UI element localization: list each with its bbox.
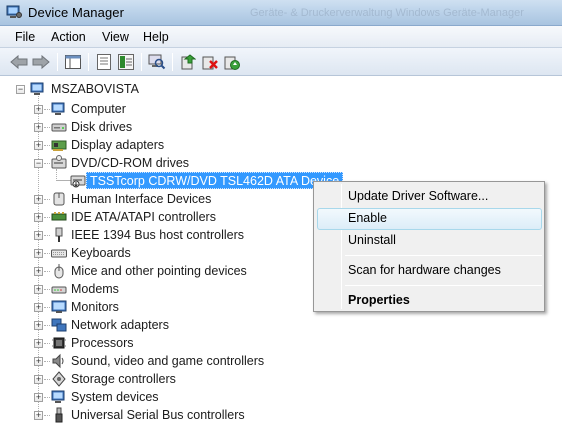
category-expand-toggle[interactable]: +	[34, 195, 43, 204]
background-window-title: Geräte- & Druckerverwaltung Windows Gerä…	[250, 7, 524, 19]
window-title: Device Manager	[28, 5, 125, 20]
root-node-label[interactable]: MSZABOVISTA	[51, 82, 139, 96]
storage-controller-icon	[52, 371, 66, 387]
category-expand-toggle[interactable]: +	[34, 303, 43, 312]
monitor-icon	[51, 300, 67, 313]
category-label[interactable]: DVD/CD-ROM drives	[71, 156, 189, 170]
menu-action[interactable]: Action	[51, 30, 86, 44]
menu-view[interactable]: View	[102, 30, 129, 44]
title-bar[interactable]: Device Manager Geräte- & Druckerverwaltu…	[0, 0, 562, 26]
scan-hardware-icon[interactable]	[147, 53, 167, 71]
category-label[interactable]: Display adapters	[71, 138, 164, 152]
category-label[interactable]: Human Interface Devices	[71, 192, 211, 206]
usb-icon	[55, 407, 63, 423]
category-label[interactable]: Processors	[71, 336, 134, 350]
category-expand-toggle[interactable]: +	[34, 339, 43, 348]
properties-item[interactable]: Properties	[348, 293, 410, 307]
scan-for-hardware-changes-item[interactable]: Scan for hardware changes	[348, 263, 501, 277]
forward-icon[interactable]	[31, 53, 51, 71]
menu-file[interactable]: File	[15, 30, 35, 44]
category-label[interactable]: System devices	[71, 390, 159, 404]
category-expand-toggle[interactable]: +	[34, 141, 43, 150]
enable-item[interactable]: Enable	[348, 211, 387, 225]
computer-icon	[51, 102, 65, 115]
category-label[interactable]: Network adapters	[71, 318, 169, 332]
category-label[interactable]: Computer	[71, 102, 126, 116]
system-device-icon	[51, 390, 65, 403]
category-expand-toggle[interactable]: +	[34, 213, 43, 222]
category-label[interactable]: Universal Serial Bus controllers	[71, 408, 245, 422]
back-icon[interactable]	[9, 53, 29, 71]
optical-drive-icon	[70, 175, 86, 188]
category-expand-toggle[interactable]: +	[34, 105, 43, 114]
enable-device-icon[interactable]	[222, 53, 242, 71]
category-expand-toggle[interactable]: +	[34, 321, 43, 330]
keyboard-icon	[51, 249, 67, 258]
processor-icon	[52, 337, 66, 349]
toolbar	[0, 48, 562, 76]
category-expand-toggle[interactable]: −	[34, 159, 43, 168]
category-label[interactable]: Storage controllers	[71, 372, 176, 386]
category-label[interactable]: Monitors	[71, 300, 119, 314]
context-menu-gutter	[341, 184, 342, 309]
sound-icon	[52, 353, 64, 369]
category-expand-toggle[interactable]: +	[34, 285, 43, 294]
category-expand-toggle[interactable]: +	[34, 123, 43, 132]
category-expand-toggle[interactable]: +	[34, 357, 43, 366]
display-adapter-icon	[51, 140, 67, 151]
network-adapter-icon	[51, 318, 67, 332]
category-label[interactable]: IDE ATA/ATAPI controllers	[71, 210, 216, 224]
category-label[interactable]: Keyboards	[71, 246, 131, 260]
uninstall-item[interactable]: Uninstall	[348, 233, 396, 247]
disk-drive-icon	[51, 123, 67, 132]
root-collapse-toggle[interactable]: −	[16, 85, 25, 94]
menu-bar: File Action View Help	[0, 26, 562, 48]
category-label[interactable]: IEEE 1394 Bus host controllers	[71, 228, 244, 242]
update-driver-software-item[interactable]: Update Driver Software...	[348, 189, 488, 203]
help-icon[interactable]	[116, 53, 136, 71]
show-hide-console-tree-icon[interactable]	[63, 53, 83, 71]
context-menu-separator	[345, 285, 542, 286]
category-label[interactable]: Modems	[71, 282, 119, 296]
category-expand-toggle[interactable]: +	[34, 249, 43, 258]
ieee1394-icon	[55, 227, 63, 242]
category-expand-toggle[interactable]: +	[34, 375, 43, 384]
mouse-icon	[54, 263, 64, 279]
device-manager-icon	[6, 5, 22, 18]
category-expand-toggle[interactable]: +	[34, 393, 43, 402]
computer-root-icon	[30, 82, 44, 95]
selected-device-label[interactable]: TSSTcorp CDRW/DVD TSL462D ATA Device	[86, 172, 344, 189]
update-driver-icon[interactable]	[178, 53, 198, 71]
category-expand-toggle[interactable]: +	[34, 231, 43, 240]
category-expand-toggle[interactable]: +	[34, 267, 43, 276]
context-menu-separator	[345, 255, 542, 256]
disable-device-icon[interactable]	[200, 53, 220, 71]
menu-help[interactable]: Help	[143, 30, 169, 44]
context-menu: Update Driver Software... Enable Uninsta…	[313, 181, 545, 312]
category-expand-toggle[interactable]: +	[34, 411, 43, 420]
properties-icon[interactable]	[94, 53, 114, 71]
category-label[interactable]: Disk drives	[71, 120, 132, 134]
hid-icon	[53, 192, 65, 206]
category-label[interactable]: Sound, video and game controllers	[71, 354, 264, 368]
dvd-drive-icon	[51, 155, 67, 169]
category-label[interactable]: Mice and other pointing devices	[71, 264, 247, 278]
modem-icon	[51, 286, 67, 294]
ide-controller-icon	[51, 212, 67, 221]
